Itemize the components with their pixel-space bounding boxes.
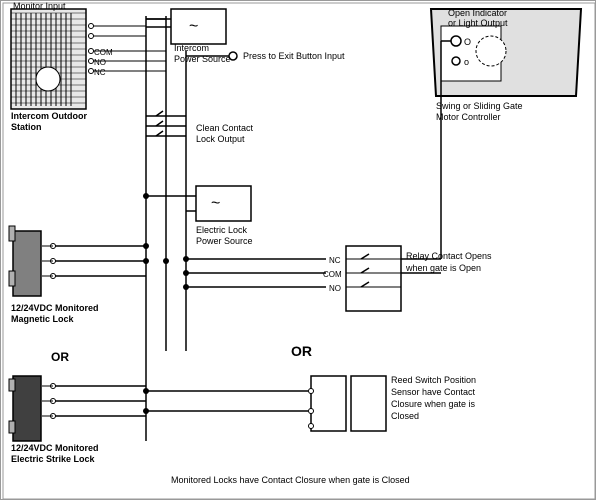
svg-text:Monitored Locks have Contact C: Monitored Locks have Contact Closure whe… (171, 475, 410, 485)
svg-text:Station: Station (11, 122, 42, 132)
svg-text:12/24VDC Monitored: 12/24VDC Monitored (11, 443, 99, 453)
svg-text:Closure when gate is: Closure when gate is (391, 399, 476, 409)
svg-text:or Light Output: or Light Output (448, 18, 508, 28)
svg-text:Electric Strike Lock: Electric Strike Lock (11, 454, 96, 464)
svg-text:Motor Controller: Motor Controller (436, 112, 501, 122)
svg-text:when gate is Open: when gate is Open (405, 263, 481, 273)
svg-text:NC: NC (94, 68, 106, 77)
svg-text:Electric Lock: Electric Lock (196, 225, 248, 235)
svg-text:~: ~ (211, 195, 220, 212)
svg-text:COM: COM (94, 48, 113, 57)
svg-text:OR: OR (291, 343, 312, 359)
wiring-diagram: Monitor Input COM NO NC Intercom Outdoor… (0, 0, 596, 500)
svg-text:O: O (464, 37, 471, 47)
svg-text:Swing or Sliding Gate: Swing or Sliding Gate (436, 101, 523, 111)
svg-text:OR: OR (51, 350, 69, 364)
svg-text:Sensor have Contact: Sensor have Contact (391, 387, 476, 397)
svg-text:NO: NO (94, 58, 106, 67)
svg-text:Closed: Closed (391, 411, 419, 421)
svg-text:Intercom: Intercom (174, 43, 209, 53)
svg-text:Lock Output: Lock Output (196, 134, 245, 144)
svg-text:12/24VDC Monitored: 12/24VDC Monitored (11, 303, 99, 313)
svg-text:Press to Exit Button Input: Press to Exit Button Input (243, 51, 345, 61)
svg-text:Reed Switch Position: Reed Switch Position (391, 375, 476, 385)
svg-text:~: ~ (189, 18, 198, 35)
svg-text:o: o (464, 57, 469, 67)
svg-text:COM: COM (323, 270, 342, 279)
svg-text:Magnetic Lock: Magnetic Lock (11, 314, 75, 324)
svg-text:NC: NC (329, 256, 341, 265)
svg-text:Intercom Outdoor: Intercom Outdoor (11, 111, 87, 121)
svg-text:Power Source: Power Source (196, 236, 253, 246)
svg-text:Monitor Input: Monitor Input (13, 1, 66, 11)
svg-text:Open Indicator: Open Indicator (448, 8, 507, 18)
svg-text:NO: NO (329, 284, 341, 293)
svg-text:Clean Contact: Clean Contact (196, 123, 254, 133)
